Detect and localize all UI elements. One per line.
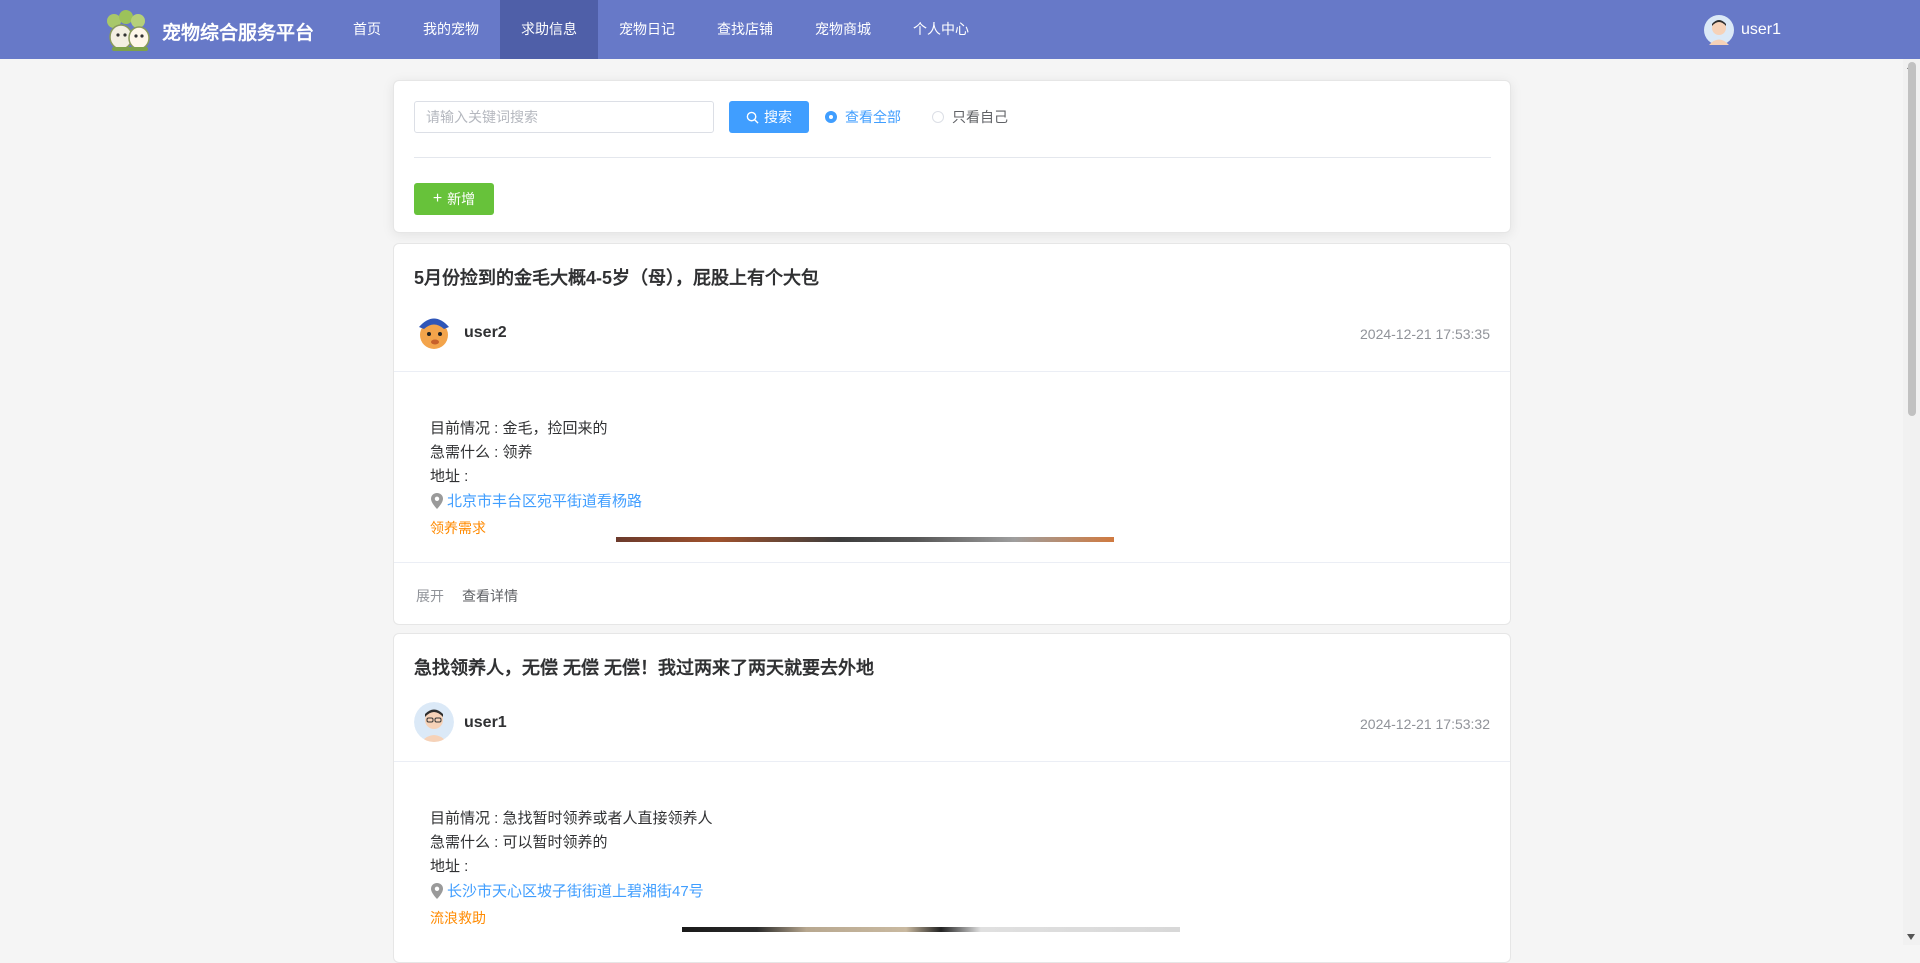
search-icon <box>746 111 759 124</box>
top-navbar: 宠物综合服务平台 首页 我的宠物 求助信息 宠物日记 查找店铺 宠物商城 个人中… <box>0 0 1920 59</box>
user-menu[interactable]: user1 <box>1704 14 1781 46</box>
search-input[interactable] <box>414 101 714 133</box>
post-time: 2024-12-21 17:53:32 <box>1360 716 1490 732</box>
username: user1 <box>1741 21 1782 38</box>
search-button-label: 搜索 <box>764 109 792 125</box>
help-post-card: 5月份捡到的金毛大概4-5岁（母），屁股上有个大包 user2 2024-12-… <box>393 243 1511 625</box>
radio-checked-icon <box>825 111 837 123</box>
help-post-card: 急找领养人，无偿 无偿 无偿！我过两来了两天就要去外地 user1 2024-1… <box>393 633 1511 963</box>
main-nav: 首页 我的宠物 求助信息 宠物日记 查找店铺 宠物商城 个人中心 <box>332 0 990 59</box>
post-username: user1 <box>464 714 507 731</box>
nav-pet-diary[interactable]: 宠物日记 <box>598 0 696 59</box>
plus-icon: + <box>432 190 443 207</box>
post-need: 急需什么 : 领养 <box>430 444 533 461</box>
add-button[interactable]: + 新增 <box>414 183 494 215</box>
pet-logo-icon <box>107 10 150 51</box>
radio-view-mine[interactable]: 只看自己 <box>932 108 1008 126</box>
post-time: 2024-12-21 17:53:35 <box>1360 326 1490 342</box>
view-detail-link[interactable]: 查看详情 <box>462 586 518 606</box>
location-pin-icon <box>431 492 443 509</box>
search-panel: 搜索 查看全部 只看自己 + 新增 <box>393 80 1511 233</box>
post-address-text: 长沙市天心区坡子街街道上碧湘街47号 <box>447 883 704 900</box>
logo[interactable]: 宠物综合服务平台 <box>104 9 314 53</box>
location-pin-icon <box>431 882 443 899</box>
post-address[interactable]: 长沙市天心区坡子街街道上碧湘街47号 <box>430 880 704 901</box>
divider <box>394 562 1510 563</box>
post-address-label: 地址 : <box>430 468 469 485</box>
post-image[interactable] <box>682 927 1180 932</box>
nav-pet-mall[interactable]: 宠物商城 <box>794 0 892 59</box>
scroll-thumb[interactable] <box>1908 62 1916 416</box>
post-category-tag: 流浪救助 <box>430 910 486 926</box>
post-title[interactable]: 5月份捡到的金毛大概4-5岁（母），屁股上有个大包 <box>414 264 819 290</box>
post-actions: 展开 查看详情 <box>416 586 716 604</box>
post-image[interactable] <box>616 537 1114 542</box>
avatar <box>414 702 454 742</box>
post-address-text: 北京市丰台区宛平街道看杨路 <box>447 493 643 510</box>
radio-view-all-label: 查看全部 <box>845 109 901 125</box>
post-username: user2 <box>464 324 507 341</box>
nav-find-store[interactable]: 查找店铺 <box>696 0 794 59</box>
radio-view-all[interactable]: 查看全部 <box>825 108 901 126</box>
post-situation: 目前情况 : 金毛，捡回来的 <box>430 420 608 437</box>
scroll-down-icon[interactable] <box>1907 934 1915 940</box>
post-category-tag: 领养需求 <box>430 520 486 536</box>
post-title[interactable]: 急找领养人，无偿 无偿 无偿！我过两来了两天就要去外地 <box>414 654 874 680</box>
post-address-label: 地址 : <box>430 858 469 875</box>
post-need: 急需什么 : 可以暂时领养的 <box>430 834 608 851</box>
nav-home[interactable]: 首页 <box>332 0 402 59</box>
post-address[interactable]: 北京市丰台区宛平街道看杨路 <box>430 490 642 511</box>
expand-link[interactable]: 展开 <box>416 586 444 606</box>
nav-user-center[interactable]: 个人中心 <box>892 0 990 59</box>
search-button[interactable]: 搜索 <box>729 101 809 133</box>
nav-help-info[interactable]: 求助信息 <box>500 0 598 59</box>
post-situation: 目前情况 : 急找暂时领养或者人直接领养人 <box>430 810 713 827</box>
radio-view-mine-label: 只看自己 <box>952 109 1008 125</box>
divider <box>394 371 1510 372</box>
site-title: 宠物综合服务平台 <box>162 22 315 44</box>
avatar <box>414 312 454 352</box>
divider <box>394 761 1510 762</box>
divider <box>414 157 1491 158</box>
add-button-label: 新增 <box>447 191 476 207</box>
avatar <box>1704 15 1734 45</box>
radio-unchecked-icon <box>932 111 944 123</box>
nav-my-pets[interactable]: 我的宠物 <box>402 0 500 59</box>
